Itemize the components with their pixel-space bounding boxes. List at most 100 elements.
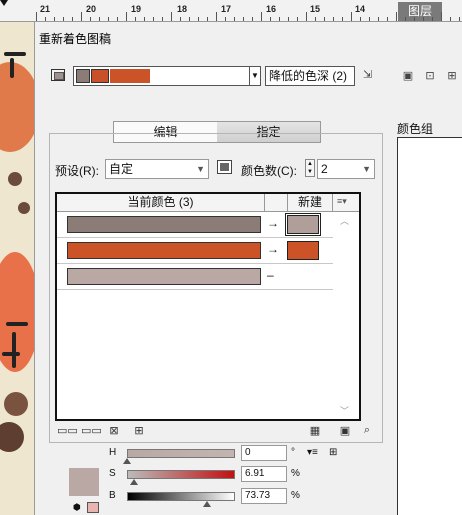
ruler-tick [432, 17, 433, 21]
ruler-tick [459, 17, 460, 21]
current-colors-header: 当前颜色 (3) [57, 194, 265, 211]
grid-menu-icon[interactable]: ⊞ [329, 447, 337, 458]
separate-colors-icon[interactable]: ▭▭ [81, 424, 102, 438]
ruler-label: 20 [86, 4, 97, 14]
arrow-right-icon[interactable]: → [267, 242, 279, 256]
dialog-title: 重新着色图稿 [39, 32, 112, 46]
color-mode-swatch-icon[interactable] [87, 502, 99, 513]
ruler-tick [288, 17, 289, 21]
table-row[interactable]: → [57, 238, 333, 264]
ruler-tick [441, 12, 442, 21]
saturation-unit: % [291, 468, 300, 479]
ruler-tick [423, 17, 424, 21]
active-color-group-bar[interactable] [73, 66, 259, 86]
ruler-tick [216, 12, 217, 21]
ruler-label: 21 [40, 4, 51, 14]
delete-group-icon[interactable]: ⊞ [445, 70, 459, 82]
current-color-bar[interactable] [67, 242, 261, 259]
find-color-icon[interactable]: ⌕ [359, 424, 375, 438]
ruler-origin-marker [0, 0, 8, 8]
ruler-tick [252, 17, 253, 21]
new-row-icon[interactable]: ⊞ [131, 424, 147, 438]
dash-icon: – [267, 268, 274, 282]
save-changes-icon[interactable]: ⇲ [363, 68, 377, 82]
color-count-value: 2 [321, 162, 328, 176]
color-groups-label: 颜色组 [397, 122, 434, 136]
current-color-bar[interactable] [67, 216, 261, 233]
scroll-down-icon[interactable]: ﹀ [340, 404, 349, 417]
ruler-label: 14 [355, 4, 366, 14]
ruler-tick [324, 17, 325, 21]
ruler-label: 19 [131, 4, 142, 14]
ruler-tick [162, 17, 163, 21]
ruler-label: 17 [221, 4, 232, 14]
hue-slider-thumb[interactable] [123, 458, 131, 464]
hue-slider[interactable] [127, 449, 235, 458]
ruler-tick [36, 12, 37, 21]
color-count-select[interactable]: 2 ▼ [317, 159, 375, 179]
table-header: 当前颜色 (3) 新建 ≡▾ [57, 194, 359, 212]
table-menu-icon[interactable]: ≡▾ [337, 196, 355, 209]
arrow-right-icon[interactable]: → [267, 216, 279, 230]
new-color-swatch[interactable] [285, 213, 321, 236]
group-swatch-muted [76, 69, 90, 83]
saturation-slider[interactable] [127, 470, 235, 479]
randomize-order-icon[interactable]: ▦ [307, 424, 323, 438]
exclude-colors-icon[interactable]: ⊠ [107, 424, 121, 438]
preset-select[interactable]: 自定 ▼ [105, 159, 209, 179]
list-menu-icon[interactable]: ▾≡ [307, 447, 318, 458]
ruler-tick [225, 17, 226, 21]
saturation-value-field[interactable]: 6.91 [241, 466, 287, 482]
ruler-tick [126, 12, 127, 21]
brightness-unit: % [291, 490, 300, 501]
ruler-tick [171, 12, 172, 21]
selected-color-swatch [69, 468, 99, 496]
brightness-slider-thumb[interactable] [202, 501, 211, 507]
color-reduction-options-icon[interactable] [217, 160, 232, 174]
brightness-value-field[interactable]: 73.73 [241, 488, 287, 504]
ruler-tick [45, 17, 46, 21]
randomize-saturation-icon[interactable]: ▣ [337, 424, 353, 438]
ruler-tick [243, 17, 244, 21]
ruler-tick [153, 17, 154, 21]
ruler-tick [306, 12, 307, 21]
scroll-up-icon[interactable]: ︿ [340, 214, 349, 227]
ruler-tick [108, 17, 109, 21]
color-harmony-icon[interactable] [51, 69, 65, 81]
new-color-swatch[interactable] [287, 241, 319, 260]
harmony-dropdown-button[interactable]: ▼ [249, 66, 261, 86]
ruler-tick [54, 17, 55, 21]
table-scrollbar[interactable]: ︿ ﹀ [333, 212, 359, 419]
ruler-tick [144, 17, 145, 21]
table-row[interactable]: → [57, 212, 333, 238]
ruler-tick [315, 17, 316, 21]
ruler-tick [396, 12, 397, 21]
hue-unit: ° [291, 447, 295, 458]
color-groups-list[interactable] [397, 137, 462, 515]
new-color-group-icon[interactable]: ⊡ [423, 70, 437, 82]
color-count-label: 颜色数(C): [241, 164, 297, 178]
brightness-slider[interactable] [127, 492, 235, 501]
saturation-slider-thumb[interactable] [130, 479, 139, 485]
color-count-stepper-icon[interactable]: ▲ ▼ [305, 159, 315, 177]
table-row[interactable]: – [57, 264, 333, 290]
cube-icon[interactable]: ⬢ [73, 502, 85, 513]
ruler-tick [360, 17, 361, 21]
recolor-artwork-dialog: 重新着色图稿 ▼ 降低的色深 (2) ⇲ ▣ ⊡ ⊞ 编辑 指定 预设(R): … [34, 22, 462, 515]
ruler: 21 20 19 18 17 16 15 14 13 图层 [0, 0, 462, 22]
new-colors-header: 新建 [287, 194, 333, 211]
group-swatch-accent-wide [110, 69, 150, 83]
current-color-bar[interactable] [67, 268, 261, 285]
hue-value-field[interactable]: 0 [241, 445, 287, 461]
ruler-tick [117, 17, 118, 21]
color-assignment-table: 当前颜色 (3) 新建 ≡▾ → → – ︿ ﹀ [55, 192, 361, 421]
save-to-new-group-icon[interactable]: ▣ [401, 70, 415, 82]
ruler-tick [297, 17, 298, 21]
ruler-label: 18 [177, 4, 188, 14]
ruler-tick [261, 12, 262, 21]
color-group-name-field[interactable]: 降低的色深 (2) [265, 66, 355, 86]
merge-colors-icon[interactable]: ▭▭ [57, 424, 78, 438]
ruler-tick [234, 17, 235, 21]
ruler-tick [72, 17, 73, 21]
ruler-tick [342, 17, 343, 21]
